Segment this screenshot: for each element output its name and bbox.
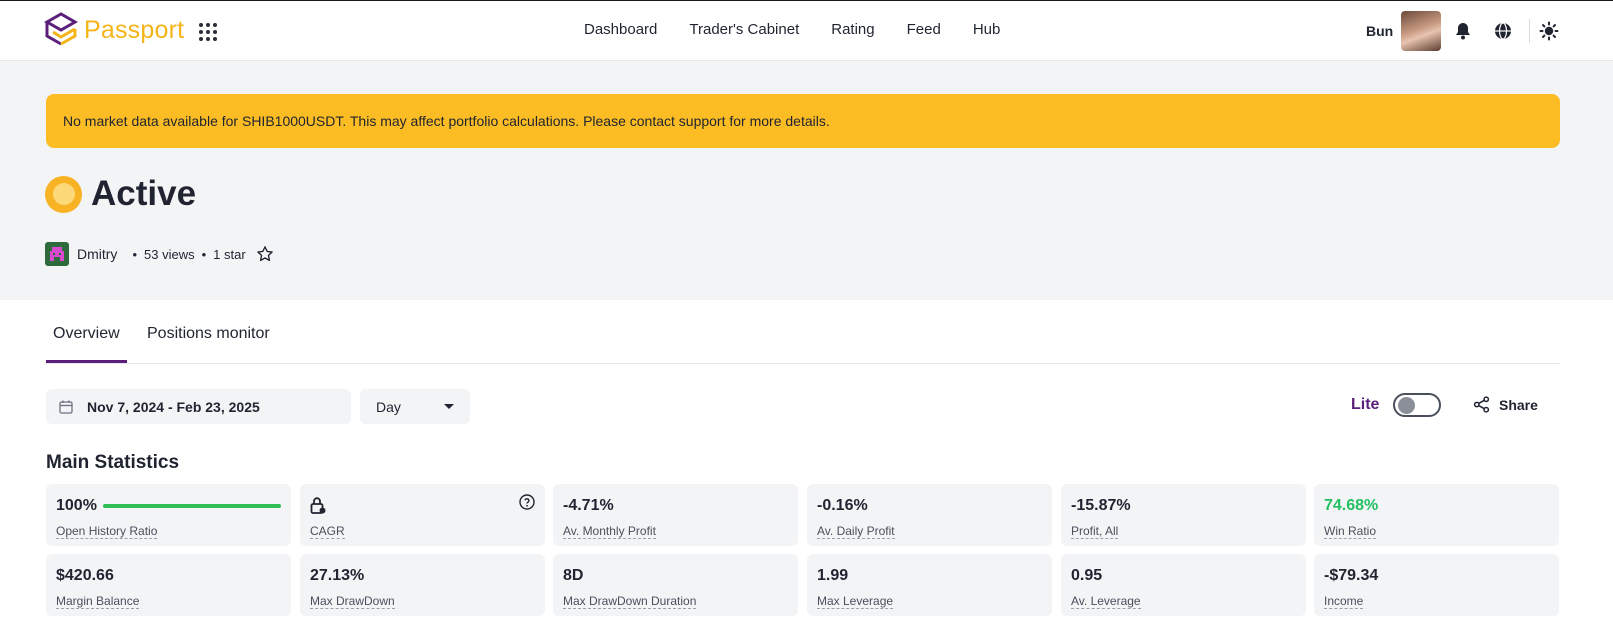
stat-value: -15.87% [1071,497,1131,514]
stat-label[interactable]: Max DrawDown Duration [563,595,697,609]
tab-overview[interactable]: Overview [53,325,120,343]
stat-income: -$79.34 Income [1314,554,1559,616]
stat-max-drawdown-duration: 8D Max DrawDown Duration [553,554,798,616]
stat-label[interactable]: CAGR [310,525,345,539]
stat-av-leverage: 0.95 Av. Leverage [1061,554,1306,616]
portfolio-title-row: Active [45,174,196,214]
avatar[interactable] [1401,11,1442,51]
stat-label[interactable]: Win Ratio [1324,525,1377,539]
stat-value: 0.95 [1071,567,1103,584]
lite-mode-toggle[interactable] [1393,393,1441,417]
stat-max-leverage: 1.99 Max Leverage [807,554,1052,616]
portfolio-hero: No market data available for SHIB1000USD… [0,61,1613,300]
stat-value: $420.66 [56,567,114,584]
nav-traders-cabinet[interactable]: Trader's Cabinet [689,21,799,38]
meta-separator: • [132,246,137,262]
stat-label[interactable]: Profit, All [1071,525,1119,539]
stat-open-history-ratio: 100% Open History Ratio [46,484,291,546]
stat-av-monthly-profit: -4.71% Av. Monthly Profit [553,484,798,546]
top-navigation-bar: Passport Dashboard Trader's Cabinet Rati… [0,0,1613,61]
share-button[interactable]: Share [1473,396,1538,413]
stat-label[interactable]: Max DrawDown [310,595,395,609]
stat-value: 27.13% [310,567,365,584]
tab-positions-monitor[interactable]: Positions monitor [147,325,270,343]
user-name: Bun [1366,23,1394,39]
lock-icon[interactable] [310,496,535,520]
stat-profit-all: -15.87% Profit, All [1061,484,1306,546]
portfolio-tabs: Overview Positions monitor [46,300,1560,364]
user-menu[interactable]: Bun [1366,11,1442,51]
stat-win-ratio: 74.68% Win Ratio [1314,484,1559,546]
nav-feed[interactable]: Feed [907,21,941,38]
share-label: Share [1499,396,1538,413]
lite-mode-label: Lite [1351,396,1380,413]
stat-label[interactable]: Margin Balance [56,595,140,609]
stat-value: -$79.34 [1324,567,1379,584]
views-count: 53 views [144,246,195,262]
stat-label[interactable]: Max Leverage [817,595,894,609]
stat-label[interactable]: Open History Ratio [56,525,158,539]
bell-icon[interactable] [1452,20,1474,42]
period-value: Day [376,398,401,415]
nav-rating[interactable]: Rating [831,21,874,38]
brand-logo[interactable]: Passport [44,12,184,48]
progress-fill [103,504,281,508]
star-icon[interactable] [256,245,274,263]
nav-hub[interactable]: Hub [973,21,1001,38]
calendar-icon [59,400,73,414]
stat-label[interactable]: Av. Daily Profit [817,525,895,539]
stat-value: -4.71% [563,497,614,514]
brand-name: Passport [84,15,185,44]
stat-label[interactable]: Income [1324,595,1364,609]
meta-separator: • [201,246,207,262]
stat-av-daily-profit: -0.16% Av. Daily Profit [807,484,1052,546]
portfolio-meta: Dmitry • 53 views • 1 star [45,242,274,266]
stat-value: 1.99 [817,567,849,584]
header-divider [1529,19,1530,43]
open-history-progress-bar [103,504,281,508]
stat-label[interactable]: Av. Leverage [1071,595,1141,609]
sun-icon[interactable] [1538,20,1560,42]
alert-message: No market data available for SHIB1000USD… [63,113,830,129]
author-name[interactable]: Dmitry [77,246,117,262]
market-data-alert: No market data available for SHIB1000USD… [46,94,1560,148]
date-range-value: Nov 7, 2024 - Feb 23, 2025 [87,398,260,415]
passport-logo-icon [44,12,78,46]
stat-label[interactable]: Av. Monthly Profit [563,525,656,539]
main-nav: Dashboard Trader's Cabinet Rating Feed H… [584,21,1032,38]
page-title: Active [91,174,197,213]
nav-dashboard[interactable]: Dashboard [584,21,657,38]
apps-grid-icon[interactable] [199,23,217,41]
help-icon[interactable] [519,494,535,515]
stat-max-drawdown: 27.13% Max DrawDown [300,554,545,616]
date-range-picker[interactable]: Nov 7, 2024 - Feb 23, 2025 [46,389,351,424]
portfolio-coin-icon [45,175,82,213]
stat-cagr: CAGR [300,484,545,546]
stars-count: 1 star [213,246,246,262]
active-tab-indicator [46,360,127,363]
toggle-knob [1398,397,1415,414]
caret-down-icon [444,404,454,409]
stat-margin-balance: $420.66 Margin Balance [46,554,291,616]
main-statistics-title: Main Statistics [46,452,180,473]
stat-value: -0.16% [817,497,868,514]
stat-value: 8D [563,567,584,584]
period-select[interactable]: Day [360,389,470,424]
author-avatar[interactable] [45,242,69,266]
share-icon [1473,396,1490,413]
stat-value: 74.68% [1324,497,1379,514]
globe-icon[interactable] [1492,20,1514,42]
